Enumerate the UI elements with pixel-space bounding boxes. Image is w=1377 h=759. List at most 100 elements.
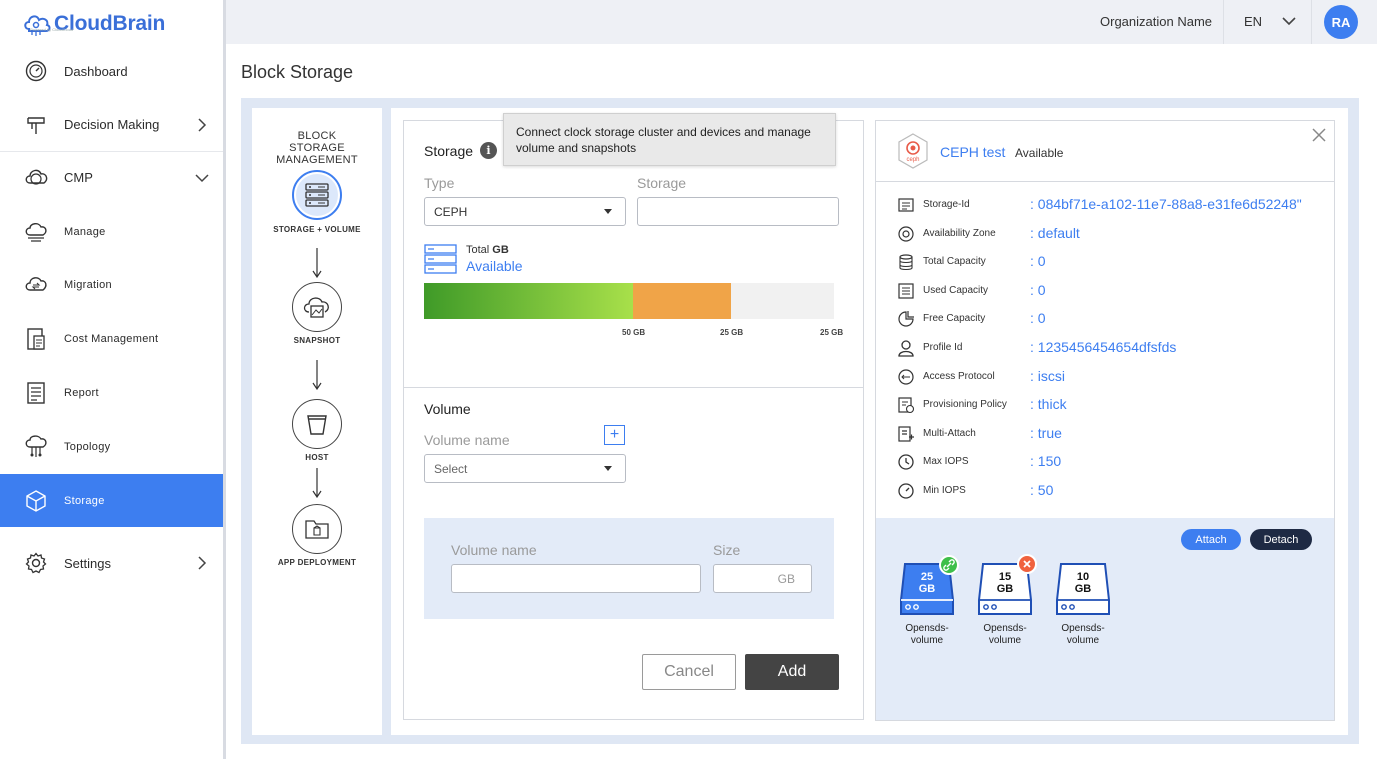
total-prefix: Total	[466, 244, 493, 256]
step-label: HOST	[305, 453, 329, 462]
step-snapshot[interactable]	[292, 282, 342, 332]
sidebar-item-label: Topology	[64, 440, 111, 453]
cancel-button[interactable]: Cancel	[642, 654, 736, 690]
total-capacity-label: Total GB	[466, 244, 509, 256]
wizard-title: BLOCK STORAGE MANAGEMENT	[252, 130, 382, 166]
storage-name: CEPH test	[940, 144, 1006, 160]
gear-icon	[24, 551, 48, 575]
property-row-profile-id: Profile Id: 1235456454654dfsfds	[897, 338, 1327, 358]
sidebar-item-storage[interactable]: Storage	[0, 474, 223, 527]
attached-link-icon[interactable]	[939, 555, 959, 575]
sidebar-item-decision-making[interactable]: Decision Making	[0, 98, 223, 151]
type-select[interactable]: CEPH	[424, 197, 626, 226]
add-volume-button[interactable]: +	[604, 425, 625, 445]
folder-app-icon	[305, 520, 329, 539]
cloud-manage-icon	[24, 220, 48, 244]
attach-button[interactable]: Attach	[1181, 529, 1241, 550]
header-divider	[1223, 0, 1224, 44]
size-label: Size	[713, 542, 741, 558]
disk-size-value: 25	[920, 571, 934, 583]
info-icon[interactable]: i	[480, 142, 497, 159]
disk-name: Opensds-volume	[897, 623, 957, 647]
top-bar: Organization Name EN RA	[226, 0, 1377, 44]
remove-icon[interactable]	[1017, 554, 1037, 574]
property-label: Used Capacity	[923, 284, 989, 296]
app-logo[interactable]: CloudBrain	[22, 8, 165, 40]
disk-name-line: volume	[910, 635, 944, 646]
property-value: : iscsi	[1030, 367, 1065, 384]
chevron-down-icon	[195, 171, 209, 185]
close-icon[interactable]	[1311, 127, 1327, 143]
total-unit: GB	[492, 244, 509, 256]
dashboard-icon	[24, 59, 48, 83]
sidebar-item-migration[interactable]: Migration	[0, 258, 223, 311]
topology-icon	[24, 434, 48, 459]
sidebar-item-label: Migration	[64, 278, 112, 291]
property-value: : 1235456454654dfsfds	[1030, 339, 1177, 355]
arrow-down-icon	[312, 248, 322, 278]
bar-tick-label: 25 GB	[720, 328, 744, 337]
sidebar-item-cmp[interactable]: CMP	[0, 151, 223, 204]
tooltip: Connect clock storage cluster and device…	[503, 113, 836, 166]
capacity-bar-reserved	[633, 283, 731, 319]
disk-name-line: Opensds-	[983, 623, 1027, 634]
sidebar-item-label: Decision Making	[64, 117, 160, 132]
disk-name-line: volume	[988, 635, 1022, 646]
sidebar-item-settings[interactable]: Settings	[0, 537, 223, 589]
sidebar-item-label: Manage	[64, 225, 106, 238]
disk-size-unit: GB	[1074, 583, 1092, 595]
profile-id-icon	[898, 340, 914, 357]
volume-section-title: Volume	[424, 401, 471, 417]
volume-name-label: Volume name	[424, 432, 510, 448]
property-value: : 0	[1030, 281, 1046, 298]
size-input[interactable]: GB	[713, 564, 812, 593]
app-name: CloudBrain	[54, 12, 166, 35]
add-button[interactable]: Add	[745, 654, 839, 690]
sidebar-item-report[interactable]: Report	[0, 366, 223, 419]
property-row-used-capacity: Used Capacity : 0	[897, 281, 1327, 301]
property-value: : 084bf71e-a102-11e7-88a8-e31fe6d52248"	[1030, 196, 1302, 212]
property-label: Storage-Id	[923, 199, 970, 210]
provisioning-policy-icon	[898, 397, 915, 414]
ceph-logo-icon: ceph	[898, 133, 928, 169]
sidebar-item-manage[interactable]: Manage	[0, 205, 223, 258]
language-selector[interactable]: EN	[1244, 14, 1262, 29]
sidebar: CloudBrain Powered by CloudCloud Dashboa…	[0, 0, 226, 759]
property-row-storage-id: Storage-Id : 084bf71e-a102-11e7-88a8-e31f…	[897, 195, 1327, 215]
property-row-access-protocol: Access Protocol: iscsi	[897, 367, 1327, 387]
chevron-right-icon	[195, 117, 209, 132]
sidebar-item-label: Dashboard	[64, 63, 128, 79]
chevron-down-icon[interactable]	[1281, 13, 1297, 29]
app-tagline: Powered by CloudCloud	[30, 27, 74, 32]
property-row-total-capacity: Total Capacity: 0	[897, 252, 1327, 272]
decision-icon	[24, 113, 48, 137]
used-capacity-icon	[898, 283, 914, 299]
new-volume-name-input[interactable]	[451, 564, 701, 593]
volume-select[interactable]: Select	[424, 454, 626, 483]
multi-attach-icon	[898, 426, 914, 442]
sidebar-item-topology[interactable]: Topology	[0, 420, 223, 473]
property-row-free-capacity: Free Capacity: 0	[897, 309, 1327, 329]
sidebar-item-cost-management[interactable]: Cost Management	[0, 312, 223, 365]
avatar[interactable]: RA	[1324, 5, 1358, 39]
step-host[interactable]	[292, 399, 342, 449]
detach-button[interactable]: Detach	[1250, 529, 1312, 550]
cost-icon	[24, 327, 48, 351]
migration-icon	[24, 273, 48, 297]
sidebar-item-dashboard[interactable]: Dashboard	[0, 44, 223, 98]
sidebar-item-label: Cost Management	[64, 332, 159, 345]
disk-size-value: 15	[998, 571, 1012, 583]
type-select-value: CEPH	[434, 204, 468, 219]
organization-name[interactable]: Organization Name	[1100, 14, 1212, 29]
sidebar-item-label: Settings	[64, 555, 111, 571]
property-value: : 0	[1030, 253, 1046, 270]
storage-input[interactable]	[637, 197, 839, 226]
property-value: : 0	[1030, 310, 1046, 327]
capacity-bar-used	[424, 283, 633, 319]
step-app-deployment[interactable]	[292, 504, 342, 554]
property-row-min-iops: Min IOPS: 50	[897, 481, 1327, 501]
disk-size: 15 GB	[977, 571, 1033, 595]
available-label: Available	[466, 258, 523, 274]
step-storage-volume[interactable]	[292, 170, 342, 220]
property-label: Min IOPS	[923, 485, 966, 496]
